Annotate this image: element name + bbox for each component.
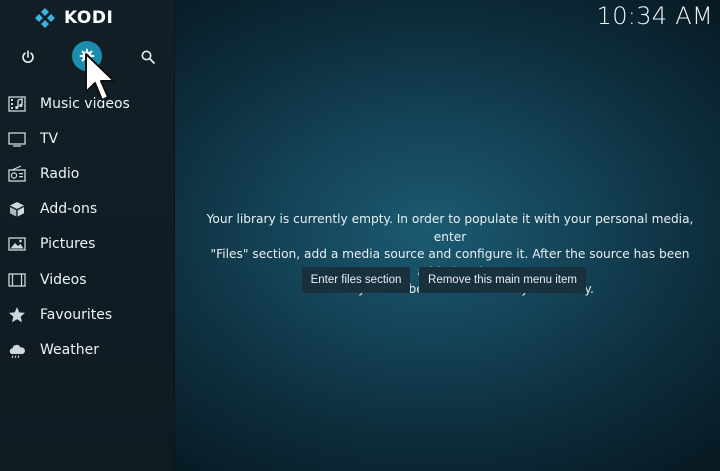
menu-item-addons[interactable]: Add-ons [0,192,175,227]
search-button[interactable] [133,42,163,72]
menu-label: Pictures [40,236,96,253]
menu-label: Music videos [40,95,130,112]
clock: 10:34 AM [596,2,713,30]
menu-item-favourites[interactable]: Favourites [0,297,175,332]
music-video-icon [8,95,26,113]
library-actions: Enter files section Remove this main men… [302,267,586,293]
weather-cloud-icon [8,341,26,359]
power-button[interactable] [13,42,43,72]
menu-item-pictures[interactable]: Pictures [0,227,175,262]
tv-icon [8,130,26,148]
menu-item-videos[interactable]: Videos [0,262,175,297]
menu-label: Add-ons [40,201,98,218]
power-icon [22,50,34,63]
pictures-icon [8,235,26,253]
remove-menu-item-button[interactable]: Remove this main menu item [419,267,586,293]
menu-label: Weather [40,341,99,358]
kodi-logo-icon [35,8,55,28]
radio-icon [8,165,26,183]
film-icon [8,271,26,289]
menu-label: Favourites [40,306,113,323]
enter-files-section-button[interactable]: Enter files section [302,267,410,293]
sidebar: KODI Music videos TV Radio Add-ons Pictu… [0,0,175,471]
message-line: Your library is currently empty. In orde… [206,212,694,244]
addons-box-icon [8,200,26,218]
menu-item-radio[interactable]: Radio [0,156,175,191]
menu-label: TV [40,130,59,147]
menu-label: Radio [40,165,80,182]
top-icon-bar [0,40,175,74]
menu-label: Videos [40,271,87,288]
brand-name: KODI [64,8,114,28]
menu-item-tv[interactable]: TV [0,121,175,156]
settings-button[interactable] [72,41,102,71]
star-icon [8,306,26,324]
kodi-logo[interactable]: KODI [34,7,113,29]
main-menu: Music videos TV Radio Add-ons Pictures V… [0,86,175,368]
settings-gear-icon [79,48,95,64]
search-icon [141,50,155,64]
menu-item-weather[interactable]: Weather [0,332,175,367]
menu-item-music-videos[interactable]: Music videos [0,86,175,121]
